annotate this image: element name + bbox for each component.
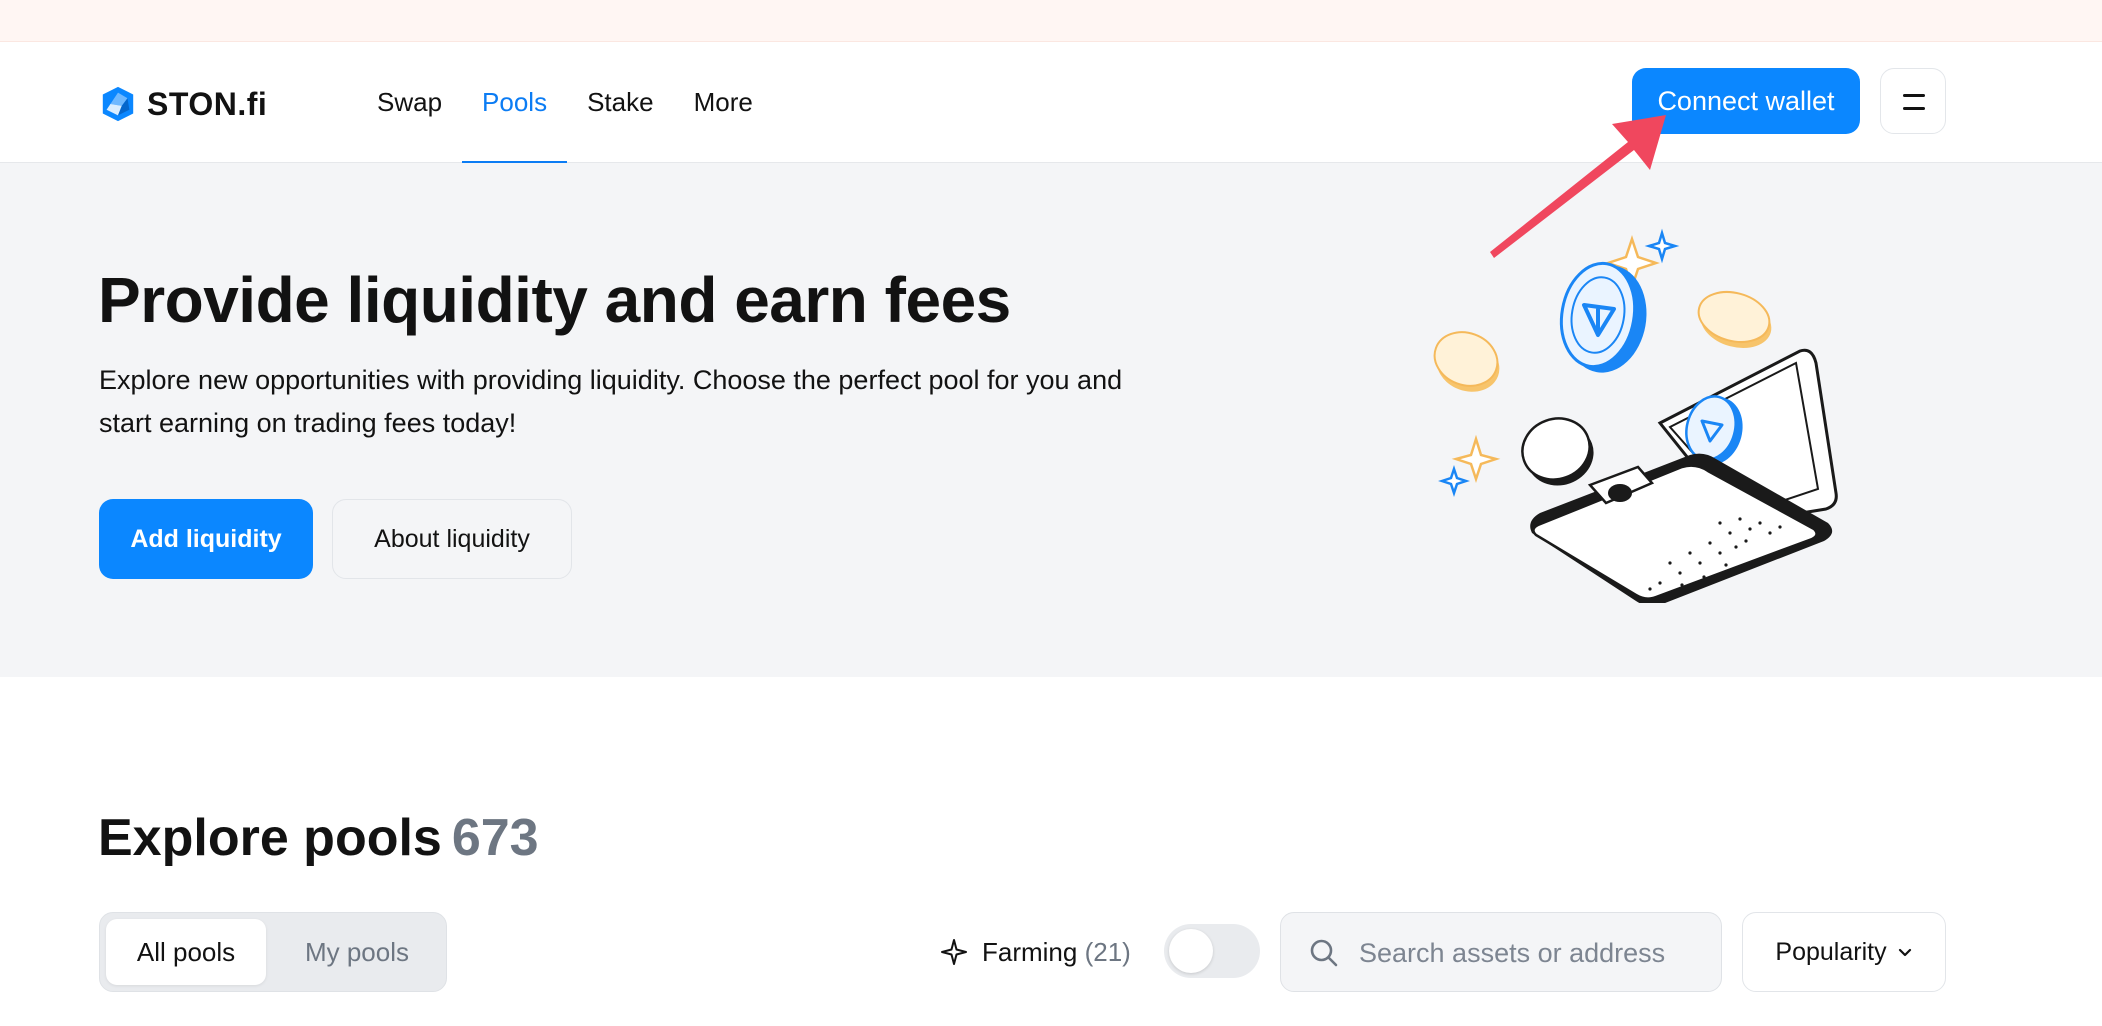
logo[interactable]: STON.fi	[99, 82, 267, 126]
logo-text: STON.fi	[147, 85, 268, 122]
search-icon	[1310, 939, 1338, 967]
farming-label: Farming	[982, 936, 1078, 967]
pools-tab-switch: All pools My pools	[99, 912, 447, 992]
hero-title: Provide liquidity and earn fees	[98, 264, 1011, 336]
add-liquidity-button[interactable]: Add liquidity	[99, 499, 313, 579]
farming-count: (21)	[1084, 936, 1131, 967]
ston-logo-icon	[102, 86, 134, 122]
menu-icon	[1903, 94, 1925, 97]
pools-count: 673	[451, 809, 539, 867]
search-input[interactable]	[1359, 925, 1709, 981]
nav-pools[interactable]: Pools	[462, 42, 568, 164]
main-nav: Swap Pools Stake More	[357, 42, 773, 164]
nav-more[interactable]: More	[674, 42, 773, 163]
nav-stake[interactable]: Stake	[567, 42, 674, 163]
sparkle-icon	[941, 939, 967, 965]
explore-title-text: Explore pools	[98, 809, 442, 867]
sort-label: Popularity	[1775, 937, 1887, 966]
chevron-down-icon	[1898, 948, 1911, 957]
tab-all-pools[interactable]: All pools	[106, 919, 266, 985]
tab-my-pools[interactable]: My pools	[272, 919, 442, 985]
nav-swap[interactable]: Swap	[357, 42, 462, 163]
menu-button[interactable]	[1880, 68, 1946, 134]
hero-description: Explore new opportunities with providing…	[99, 365, 1123, 438]
farming-filter: Farming (21)	[940, 912, 1131, 992]
sort-dropdown[interactable]: Popularity	[1742, 912, 1946, 992]
header: STON.fi Swap Pools Stake More Connect wa…	[0, 42, 2102, 164]
toggle-knob	[1169, 929, 1213, 973]
top-banner-strip	[0, 0, 2102, 42]
search-box	[1280, 912, 1722, 992]
hero-section: Provide liquidity and earn fees Explore …	[0, 163, 2102, 677]
menu-icon-line	[1903, 107, 1925, 110]
farming-toggle[interactable]	[1164, 924, 1260, 978]
wallet-coins-illustration	[1433, 228, 1838, 603]
explore-pools-title: Explore pools 673	[98, 808, 539, 868]
about-liquidity-button[interactable]: About liquidity	[332, 499, 572, 579]
connect-wallet-button[interactable]: Connect wallet	[1632, 68, 1860, 134]
